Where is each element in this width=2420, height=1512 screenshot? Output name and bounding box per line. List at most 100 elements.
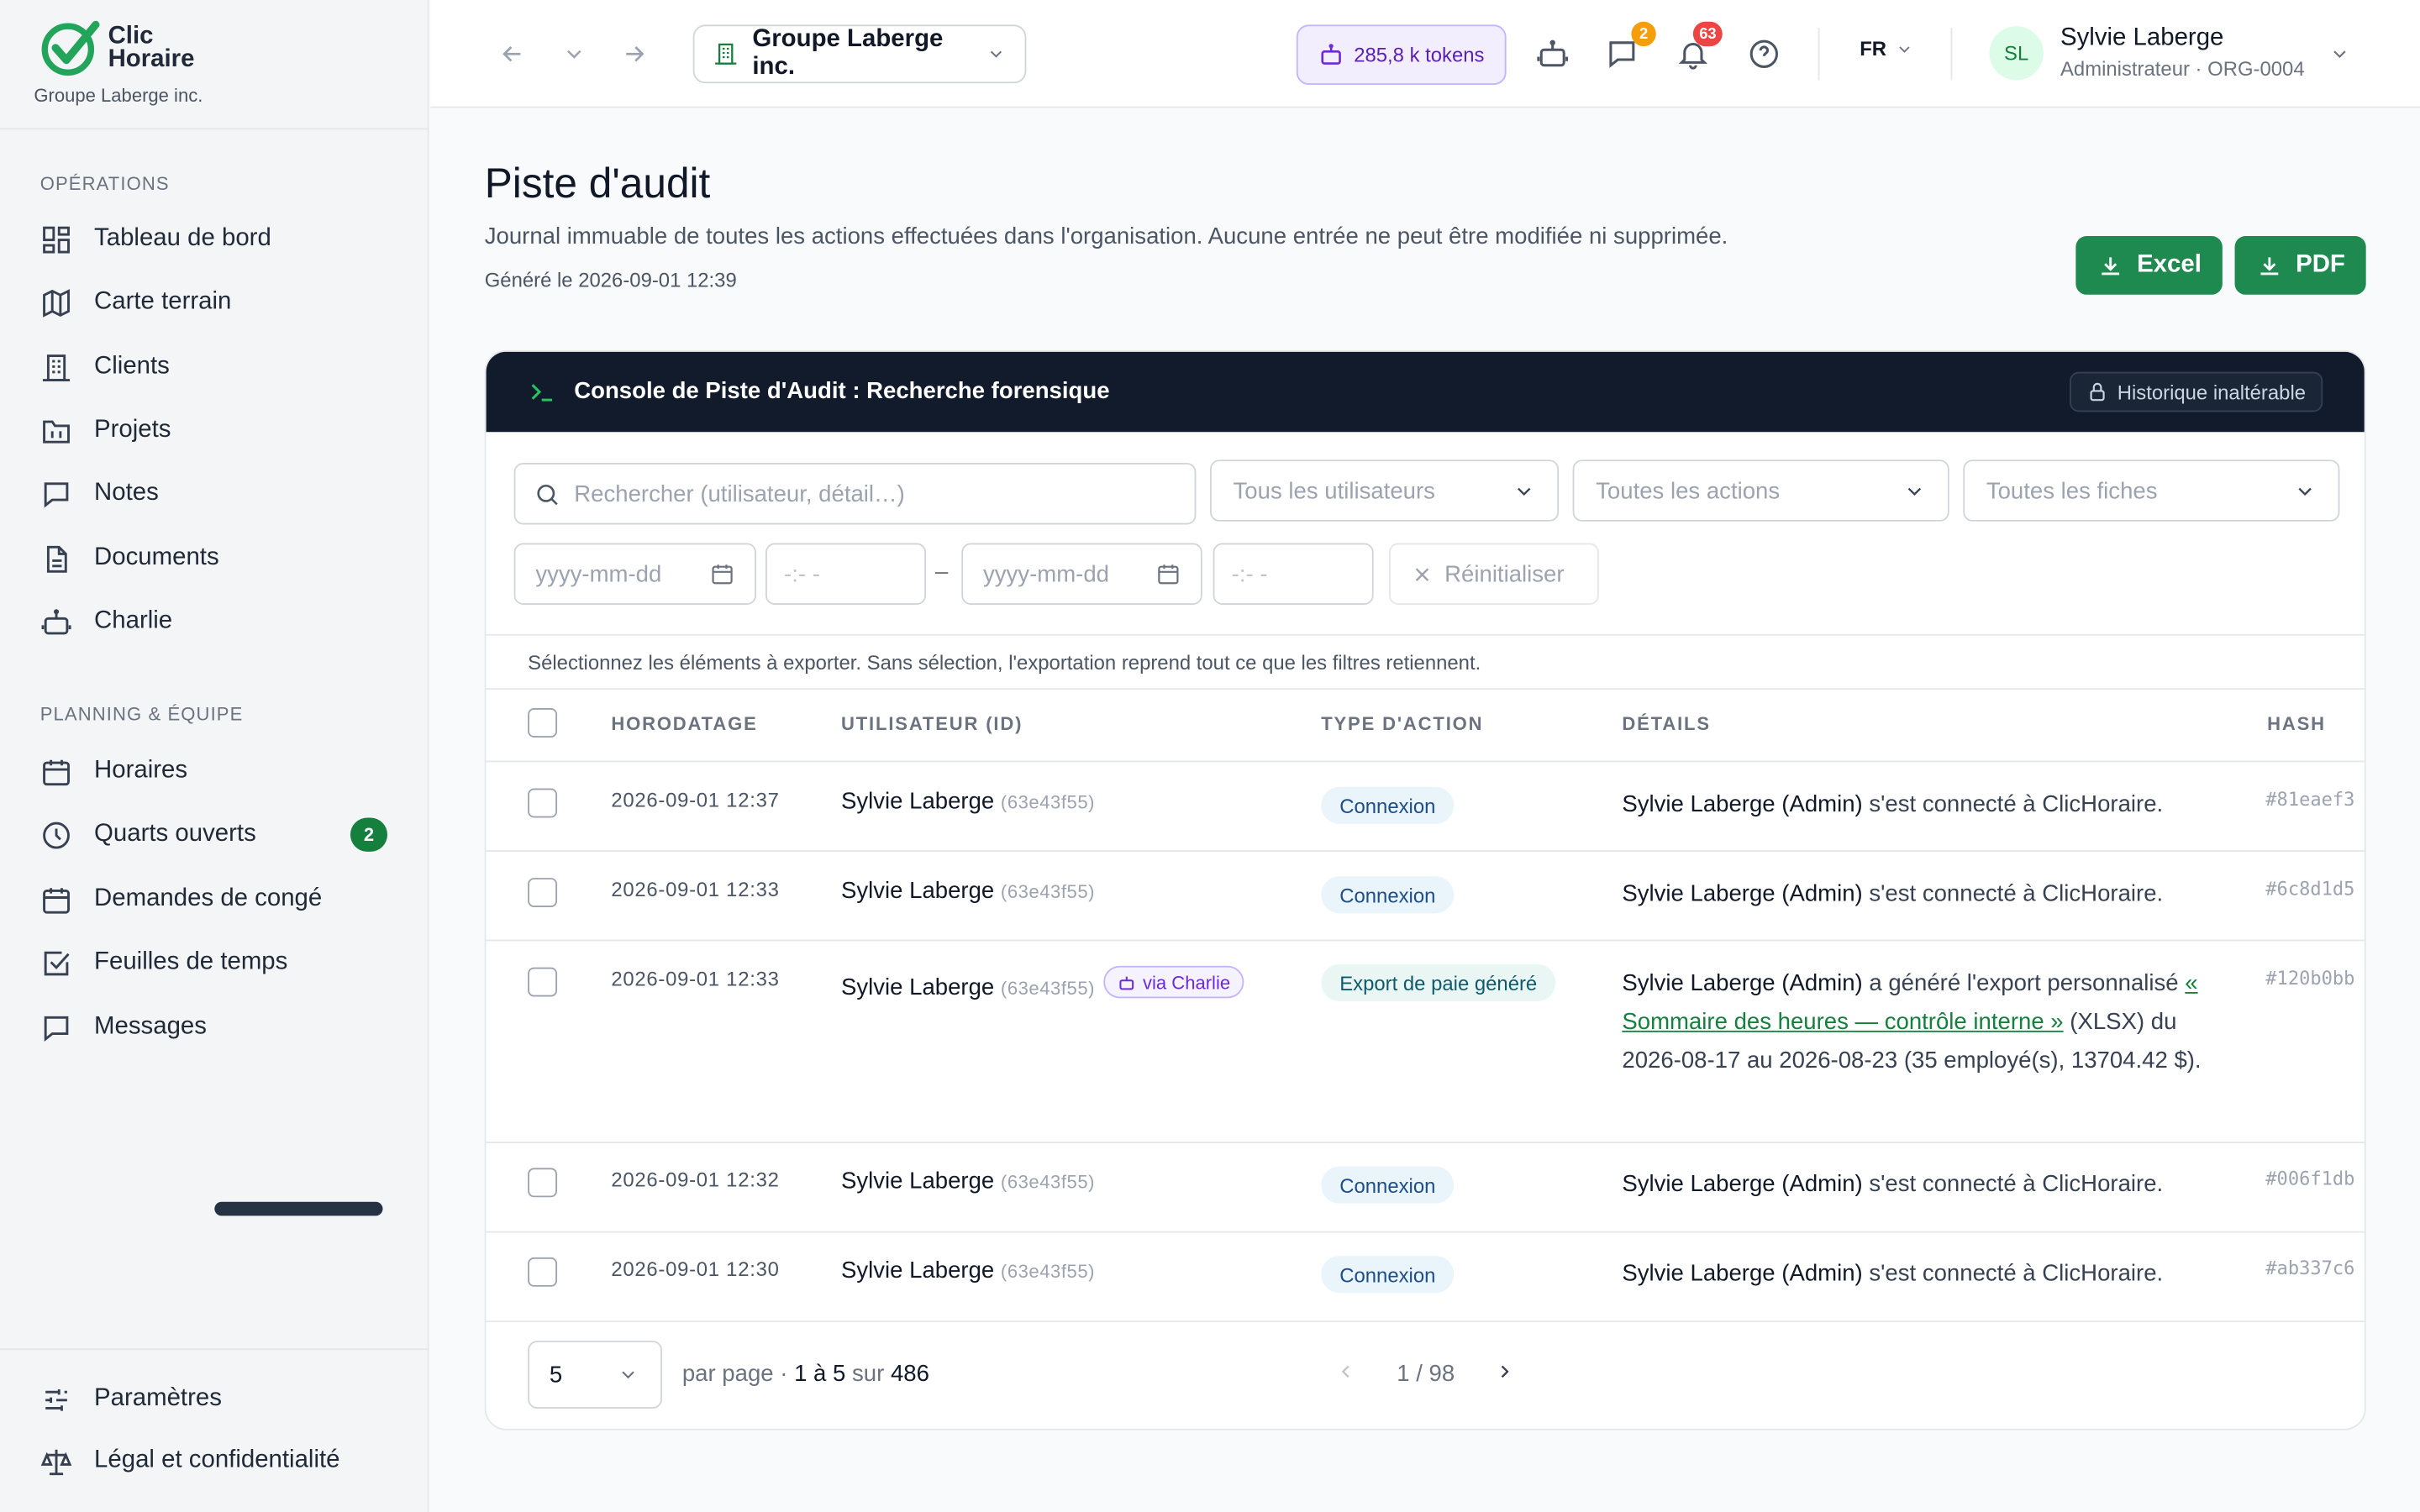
column-header-hash[interactable]: HASH bbox=[2267, 713, 2326, 735]
date-to-input[interactable]: yyyy-mm-dd bbox=[961, 543, 1202, 605]
row-detail-text: s'est connecté à ClicHoraire. bbox=[1862, 880, 2164, 907]
row-checkbox[interactable] bbox=[528, 788, 558, 818]
sidebar-item-charlie[interactable]: Charlie bbox=[40, 594, 404, 649]
via-charlie-badge: via Charlie bbox=[1104, 965, 1244, 999]
forward-arrow-icon[interactable] bbox=[618, 39, 651, 70]
logo-text: Clic Horaire bbox=[108, 23, 195, 73]
org-selector[interactable]: Groupe Laberge inc. bbox=[692, 24, 1027, 84]
row-detail-text: s'est connecté à ClicHoraire. bbox=[1862, 791, 2164, 818]
row-actor: Sylvie Laberge (Admin) bbox=[1622, 1171, 1863, 1198]
sidebar-item-clients[interactable]: Clients bbox=[40, 339, 404, 395]
sidebar-item-notes[interactable]: Notes bbox=[40, 466, 404, 522]
history-dropdown-icon[interactable] bbox=[557, 39, 591, 70]
row-hash: #ab337c6 bbox=[2265, 1257, 2355, 1279]
sidebar-item-documents[interactable]: Documents bbox=[40, 531, 404, 586]
sidebar-item-timesheets[interactable]: Feuilles de temps bbox=[40, 935, 404, 990]
row-user: Sylvie Laberge (63e43f55) bbox=[841, 1168, 1095, 1194]
reset-label: Réinitialiser bbox=[1444, 560, 1565, 587]
help-icon[interactable] bbox=[1744, 35, 1784, 72]
row-user-name: Sylvie Laberge bbox=[841, 974, 995, 1001]
sidebar-item-map[interactable]: Carte terrain bbox=[40, 275, 404, 330]
row-checkbox[interactable] bbox=[528, 878, 558, 907]
assistant-robot-icon[interactable] bbox=[1533, 35, 1573, 72]
search-icon bbox=[537, 484, 558, 505]
per-page-label: par page · bbox=[681, 1360, 795, 1388]
column-header-action-type[interactable]: TYPE D'ACTION bbox=[1321, 713, 1483, 735]
logo[interactable]: Clic Horaire bbox=[40, 18, 195, 77]
generated-timestamp: Généré le 2026-09-01 12:39 bbox=[484, 268, 737, 292]
map-icon bbox=[43, 288, 70, 317]
search-input[interactable]: Rechercher (utilisateur, détail…) bbox=[513, 463, 1197, 525]
user-menu-chevron-icon[interactable] bbox=[2326, 40, 2354, 68]
actions-filter-select[interactable]: Toutes les actions bbox=[1572, 459, 1949, 522]
time-to-placeholder: -:- - bbox=[1231, 560, 1268, 587]
select-all-checkbox[interactable] bbox=[528, 708, 558, 738]
users-filter-select[interactable]: Tous les utilisateurs bbox=[1209, 459, 1560, 522]
sidebar-item-dashboard[interactable]: Tableau de bord bbox=[40, 212, 404, 267]
export-pdf-label: PDF bbox=[2296, 251, 2345, 278]
sidebar-item-label: Tableau de bord bbox=[94, 225, 271, 252]
tokens-badge[interactable]: 285,8 k tokens bbox=[1296, 24, 1507, 86]
note-icon bbox=[44, 481, 69, 507]
actions-filter-value: Toutes les actions bbox=[1596, 477, 1781, 504]
sidebar-item-open-shifts[interactable]: Quarts ouverts 2 bbox=[40, 807, 404, 863]
row-hash: #6c8d1d5 bbox=[2265, 878, 2355, 900]
sidebar-item-label: Horaires bbox=[94, 757, 188, 785]
time-from-input[interactable]: -:- - bbox=[765, 543, 927, 605]
per-page-value: 5 bbox=[549, 1361, 563, 1389]
dashboard-icon bbox=[43, 225, 70, 253]
reset-button[interactable]: Réinitialiser bbox=[1389, 543, 1599, 605]
immutable-history-label: Historique inaltérable bbox=[2117, 380, 2307, 404]
row-hash: #120b0bb bbox=[2265, 967, 2355, 990]
row-user-name: Sylvie Laberge bbox=[841, 788, 995, 815]
robot-icon bbox=[41, 608, 71, 634]
row-details: Sylvie Laberge (Admin) s'est connecté à … bbox=[1622, 1254, 2227, 1293]
avatar[interactable]: SL bbox=[1989, 26, 2044, 81]
column-header-user[interactable]: UTILISATEUR (ID) bbox=[841, 713, 1023, 735]
time-to-input[interactable]: -:- - bbox=[1213, 543, 1374, 605]
language-selector[interactable]: FR bbox=[1860, 37, 1914, 60]
row-checkbox[interactable] bbox=[528, 1257, 558, 1287]
topbar: Groupe Laberge inc. 285,8 k tokens 2 63 … bbox=[430, 0, 2420, 108]
sidebar-scrollbar[interactable] bbox=[214, 1201, 383, 1216]
divider bbox=[486, 760, 2365, 763]
sidebar-item-messages[interactable]: Messages bbox=[40, 1000, 404, 1055]
calendar-icon bbox=[1158, 564, 1179, 585]
org-name: Groupe Laberge inc. bbox=[34, 85, 203, 107]
divider bbox=[1950, 28, 1953, 81]
export-excel-button[interactable]: Excel bbox=[2075, 236, 2223, 295]
divider bbox=[486, 939, 2365, 942]
sidebar-item-label: Carte terrain bbox=[94, 288, 232, 315]
action-type-badge: Connexion bbox=[1321, 876, 1455, 914]
calendar-icon bbox=[43, 887, 70, 913]
column-header-details[interactable]: DÉTAILS bbox=[1622, 713, 1711, 735]
row-checkbox[interactable] bbox=[528, 1168, 558, 1198]
terminal-icon bbox=[531, 384, 553, 402]
per-page-select[interactable]: 5 bbox=[528, 1341, 662, 1409]
export-pdf-button[interactable]: PDF bbox=[2234, 236, 2366, 295]
column-header-timestamp[interactable]: HORODATAGE bbox=[611, 713, 757, 735]
pagination-of: sur bbox=[845, 1360, 891, 1388]
sidebar-item-schedules[interactable]: Horaires bbox=[40, 743, 404, 799]
sidebar-item-settings[interactable]: Paramètres bbox=[40, 1372, 404, 1427]
row-checkbox[interactable] bbox=[528, 967, 558, 997]
robot-icon bbox=[1321, 44, 1342, 65]
chevron-down-icon bbox=[1907, 486, 1922, 496]
next-page-button[interactable] bbox=[1494, 1361, 1516, 1389]
sidebar-item-projects[interactable]: Projets bbox=[40, 402, 404, 458]
divider bbox=[486, 850, 2365, 852]
chevron-down-icon bbox=[1518, 486, 1531, 496]
prev-page-button[interactable] bbox=[1335, 1361, 1357, 1389]
row-detail-text: s'est connecté à ClicHoraire. bbox=[1862, 1260, 2164, 1287]
robot-icon bbox=[1120, 975, 1134, 990]
checkbox-icon bbox=[44, 950, 70, 975]
sidebar-item-legal[interactable]: Légal et confidentialité bbox=[40, 1433, 404, 1488]
range-separator: – bbox=[935, 558, 949, 585]
sidebar-item-leave-requests[interactable]: Demandes de congé bbox=[40, 872, 404, 927]
records-filter-select[interactable]: Toutes les fiches bbox=[1963, 459, 2340, 522]
calendar-icon bbox=[712, 564, 733, 585]
date-from-input[interactable]: yyyy-mm-dd bbox=[513, 543, 756, 605]
user-name[interactable]: Sylvie Laberge bbox=[2060, 24, 2223, 52]
back-arrow-icon[interactable] bbox=[496, 39, 529, 70]
calendar-icon bbox=[43, 759, 70, 785]
